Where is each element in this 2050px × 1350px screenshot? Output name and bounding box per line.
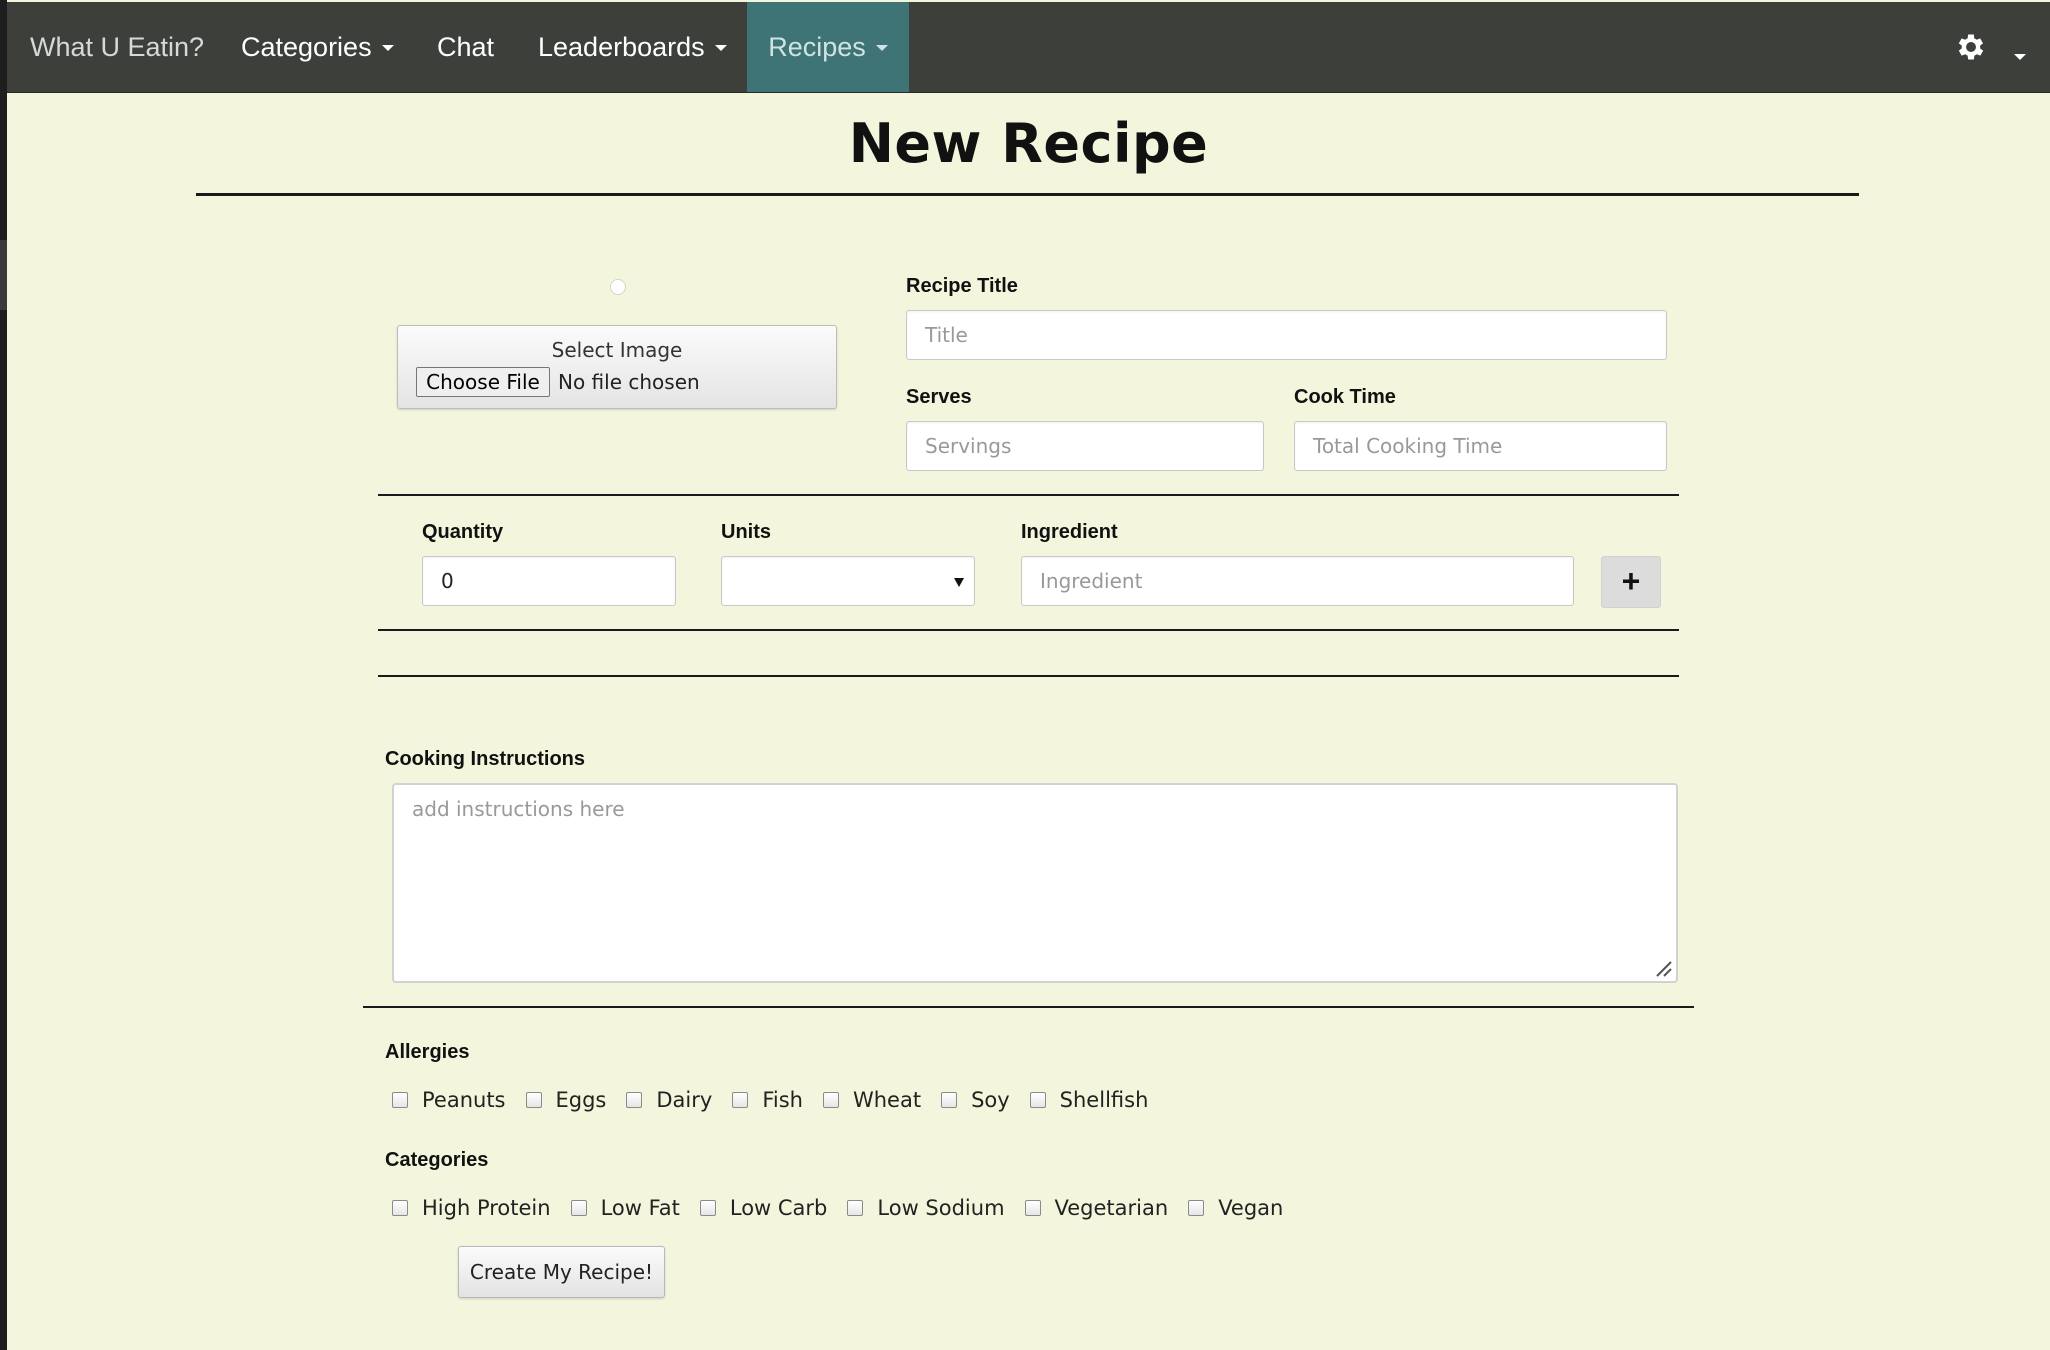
cooking-instructions-textarea[interactable]: add instructions here — [392, 783, 1678, 983]
instructions-placeholder: add instructions here — [412, 797, 625, 821]
ingredient-input[interactable]: Ingredient — [1021, 556, 1574, 606]
quantity-label: Quantity — [422, 521, 504, 543]
allergy-peanuts[interactable]: Peanuts — [392, 1088, 506, 1112]
chevron-down-icon — [875, 44, 888, 51]
checkbox[interactable] — [1188, 1200, 1205, 1216]
category-low-carb[interactable]: Low Carb — [699, 1196, 828, 1220]
page-title: New Recipe — [848, 112, 1209, 175]
user-menu-toggle[interactable] — [2014, 49, 2026, 67]
checkbox-label: Shellfish — [1059, 1088, 1149, 1112]
checkbox[interactable] — [392, 1092, 408, 1108]
checkbox[interactable] — [525, 1092, 542, 1108]
image-select-label: Select Image — [551, 338, 683, 362]
recipe-title-input[interactable]: Title — [906, 310, 1667, 360]
recipe-title-label: Recipe Title — [906, 275, 1018, 297]
chevron-down-icon — [714, 44, 727, 51]
checkbox-label: Fish — [762, 1088, 803, 1112]
checkbox[interactable] — [1029, 1092, 1046, 1108]
choose-file-button[interactable]: Choose File — [416, 367, 550, 397]
nav-chat[interactable]: Chat — [437, 2, 494, 92]
allergy-dairy[interactable]: Dairy — [626, 1088, 712, 1112]
nav-categories[interactable]: Categories — [241, 2, 394, 92]
units-label: Units — [721, 521, 771, 543]
allergies-options: Peanuts Eggs Dairy Fish Wheat Soy Shellf… — [392, 1085, 1168, 1115]
checkbox-label: Eggs — [555, 1088, 607, 1112]
nav-categories-label: Categories — [241, 32, 372, 62]
page: What U Eatin? Categories Chat Leaderboar… — [7, 0, 2050, 1350]
ingredient-label: Ingredient — [1021, 521, 1118, 543]
instructions-divider — [363, 1006, 1694, 1008]
title-divider — [196, 193, 1859, 196]
cook-time-label: Cook Time — [1294, 386, 1396, 408]
top-navbar: What U Eatin? Categories Chat Leaderboar… — [7, 2, 2050, 93]
nav-recipes-label: Recipes — [768, 32, 866, 62]
allergy-eggs[interactable]: Eggs — [525, 1088, 607, 1112]
caret-down-icon — [954, 578, 964, 587]
allergy-shellfish[interactable]: Shellfish — [1029, 1088, 1149, 1112]
section-divider — [378, 494, 1679, 496]
add-ingredient-button[interactable]: + — [1601, 556, 1661, 608]
checkbox-label: Vegan — [1218, 1196, 1284, 1220]
categories-label: Categories — [385, 1149, 489, 1171]
categories-options: High Protein Low Fat Low Carb Low Sodium… — [392, 1193, 1303, 1223]
checkbox-label: Soy — [971, 1088, 1010, 1112]
servings-input[interactable]: Servings — [906, 421, 1264, 471]
category-low-sodium[interactable]: Low Sodium — [847, 1196, 1005, 1220]
checkbox[interactable] — [847, 1200, 864, 1216]
checkbox-label: Low Sodium — [877, 1196, 1005, 1220]
checkbox[interactable] — [392, 1200, 408, 1216]
file-status-text: No file chosen — [558, 370, 700, 394]
checkbox[interactable] — [822, 1092, 839, 1108]
gear-icon[interactable] — [1954, 30, 1988, 64]
image-preview-placeholder — [610, 279, 626, 295]
category-high-protein[interactable]: High Protein — [392, 1196, 551, 1220]
allergy-wheat[interactable]: Wheat — [822, 1088, 922, 1112]
ingredient-divider — [378, 629, 1679, 631]
cook-time-input[interactable]: Total Cooking Time — [1294, 421, 1667, 471]
checkbox-label: High Protein — [422, 1196, 551, 1220]
chevron-down-icon — [2014, 53, 2026, 60]
allergy-soy[interactable]: Soy — [941, 1088, 1010, 1112]
cooking-instructions-label: Cooking Instructions — [385, 748, 585, 770]
checkbox[interactable] — [699, 1200, 716, 1216]
brand-link[interactable]: What U Eatin? — [30, 2, 204, 92]
category-vegan[interactable]: Vegan — [1188, 1196, 1283, 1220]
allergies-label: Allergies — [385, 1041, 470, 1063]
checkbox-label: Vegetarian — [1054, 1196, 1169, 1220]
category-low-fat[interactable]: Low Fat — [570, 1196, 680, 1220]
checkbox[interactable] — [1024, 1200, 1041, 1216]
chevron-down-icon — [381, 44, 394, 51]
checkbox-label: Peanuts — [422, 1088, 506, 1112]
nav-leaderboards[interactable]: Leaderboards — [538, 2, 727, 92]
window-edge-mark — [0, 240, 7, 310]
image-select-box: Select Image Choose File No file chosen — [397, 325, 837, 409]
quantity-input[interactable]: 0 — [422, 556, 676, 606]
checkbox-label: Low Fat — [600, 1196, 680, 1220]
serves-label: Serves — [906, 386, 972, 408]
checkbox[interactable] — [941, 1092, 958, 1108]
ingredient-list-divider — [378, 675, 1679, 677]
create-recipe-button[interactable]: Create My Recipe! — [458, 1246, 665, 1298]
checkbox[interactable] — [626, 1092, 643, 1108]
units-select[interactable] — [721, 556, 975, 606]
nav-leaderboards-label: Leaderboards — [538, 32, 705, 62]
allergy-fish[interactable]: Fish — [732, 1088, 803, 1112]
checkbox[interactable] — [732, 1092, 749, 1108]
checkbox[interactable] — [570, 1200, 587, 1216]
window-edge — [0, 0, 7, 1350]
checkbox-label: Low Carb — [729, 1196, 828, 1220]
checkbox-label: Dairy — [656, 1088, 713, 1112]
nav-recipes[interactable]: Recipes — [747, 2, 909, 92]
resize-grip-icon[interactable] — [1654, 959, 1672, 977]
category-vegetarian[interactable]: Vegetarian — [1024, 1196, 1169, 1220]
checkbox-label: Wheat — [852, 1088, 922, 1112]
